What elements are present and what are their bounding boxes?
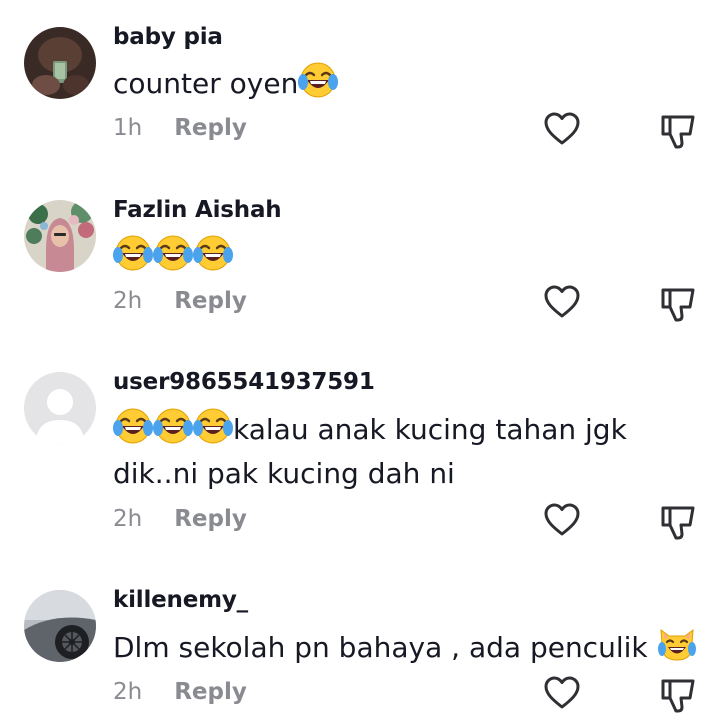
heart-icon[interactable] bbox=[543, 502, 581, 538]
username[interactable]: Fazlin Aishah bbox=[113, 197, 282, 223]
thumbs-down-icon[interactable] bbox=[660, 285, 696, 323]
timestamp: 2h bbox=[113, 288, 143, 314]
face-with-tears-of-joy-icon bbox=[153, 406, 193, 446]
comment-text-content: Dlm sekolah pn bahaya , ada penculik bbox=[113, 631, 657, 664]
timestamp: 2h bbox=[113, 679, 143, 705]
thumbs-down-icon[interactable] bbox=[660, 112, 696, 150]
username[interactable]: killenemy_ bbox=[113, 587, 248, 613]
face-with-tears-of-joy-icon bbox=[153, 233, 193, 273]
reply-button[interactable]: Reply bbox=[174, 115, 247, 141]
comment-text: kalau anak kucing tahan jgk dik..ni pak … bbox=[113, 406, 703, 496]
comment-meta: 2h Reply bbox=[113, 288, 247, 314]
avatar[interactable] bbox=[24, 372, 96, 444]
thumbs-down-icon[interactable] bbox=[660, 503, 696, 541]
comment-text-content: kalau anak kucing tahan jgk bbox=[233, 413, 627, 446]
avatar[interactable] bbox=[24, 200, 96, 272]
heart-icon[interactable] bbox=[543, 284, 581, 320]
reply-button[interactable]: Reply bbox=[174, 288, 247, 314]
reply-button[interactable]: Reply bbox=[174, 679, 247, 705]
comment-meta: 1h Reply bbox=[113, 115, 247, 141]
reply-button[interactable]: Reply bbox=[174, 506, 247, 532]
face-with-tears-of-joy-icon bbox=[113, 233, 153, 273]
heart-icon[interactable] bbox=[543, 675, 581, 711]
comment-text bbox=[113, 233, 703, 279]
comment-text: counter oyen bbox=[113, 60, 703, 106]
comment-line: kalau anak kucing tahan jgk bbox=[113, 406, 703, 452]
face-with-tears-of-joy-icon bbox=[298, 60, 339, 100]
heart-icon[interactable] bbox=[543, 111, 581, 147]
timestamp: 2h bbox=[113, 506, 143, 532]
comment-line: dik..ni pak kucing dah ni bbox=[113, 457, 455, 490]
cat-with-tears-of-joy-icon bbox=[657, 624, 697, 664]
face-with-tears-of-joy-icon bbox=[193, 233, 233, 273]
face-with-tears-of-joy-icon bbox=[113, 406, 153, 446]
username[interactable]: baby pia bbox=[113, 24, 223, 50]
avatar[interactable] bbox=[24, 27, 96, 99]
comment-meta: 2h Reply bbox=[113, 506, 247, 532]
thumbs-down-icon[interactable] bbox=[660, 676, 696, 714]
comment-text: Dlm sekolah pn bahaya , ada penculik bbox=[113, 624, 703, 670]
comment-text-content: counter oyen bbox=[113, 67, 299, 100]
avatar[interactable] bbox=[24, 590, 96, 662]
comment-meta: 2h Reply bbox=[113, 679, 247, 705]
timestamp: 1h bbox=[113, 115, 143, 141]
username[interactable]: user9865541937591 bbox=[113, 369, 375, 395]
face-with-tears-of-joy-icon bbox=[193, 406, 233, 446]
